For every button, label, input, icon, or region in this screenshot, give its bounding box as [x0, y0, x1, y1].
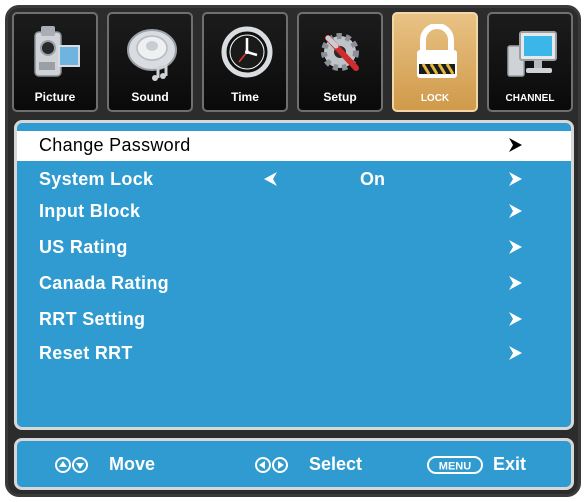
menu-item-change-password[interactable]: Change Password	[17, 131, 571, 161]
settings-tools-icon	[321, 33, 359, 71]
tab-setup[interactable]: Setup	[297, 12, 383, 112]
tab-lock[interactable]: LOCK	[392, 12, 478, 112]
arrow-left-icon[interactable]	[263, 170, 279, 188]
menu-item-system-lock[interactable]: System Lock On	[17, 165, 571, 195]
menu-item-us-rating[interactable]: US Rating	[17, 233, 571, 263]
clock-icon	[221, 26, 273, 78]
footer-select-label: Select	[309, 454, 363, 474]
tab-label: Time	[231, 90, 259, 104]
arrow-right-icon	[509, 276, 522, 290]
arrow-right-icon	[509, 240, 522, 254]
menu-key-icon: MENU	[427, 456, 483, 474]
tab-sound[interactable]: Sound	[107, 12, 193, 112]
arrow-right-icon	[509, 312, 522, 326]
left-right-keys-icon	[255, 457, 288, 473]
menu-key-label: MENU	[439, 461, 471, 473]
tab-label: Sound	[131, 90, 169, 104]
menu-item-canada-rating[interactable]: Canada Rating	[17, 269, 571, 299]
menu-item-rrt-setting[interactable]: RRT Setting	[17, 305, 571, 335]
footer-hint-bar: Move Select MENU Exit	[14, 438, 574, 490]
tab-label: Setup	[323, 90, 357, 104]
menu-item-label: Input Block	[39, 201, 141, 221]
menu-tabs: Picture Sound Time Setup LOCK CHANNEL	[12, 12, 574, 114]
tab-label: CHANNEL	[505, 93, 555, 104]
tab-picture[interactable]: Picture	[12, 12, 98, 112]
computer-monitor-icon	[507, 31, 557, 77]
menu-item-label: Change Password	[39, 135, 191, 155]
system-lock-value: On	[360, 169, 385, 189]
tab-label: Picture	[34, 90, 76, 104]
padlock-icon	[417, 24, 457, 78]
menu-item-reset-rrt[interactable]: Reset RRT	[17, 339, 571, 369]
menu-item-label: System Lock	[39, 169, 154, 189]
lock-menu-panel: Change Password System Lock On Input Blo…	[14, 120, 574, 430]
up-down-keys-icon	[55, 457, 88, 473]
menu-item-label: US Rating	[39, 237, 128, 257]
footer-exit-label: Exit	[493, 454, 527, 474]
arrow-right-icon	[509, 138, 522, 152]
camcorder-icon	[34, 26, 80, 77]
menu-item-label: Reset RRT	[39, 343, 133, 363]
footer-move-label: Move	[109, 454, 156, 474]
tab-time[interactable]: Time	[202, 12, 288, 112]
menu-item-input-block[interactable]: Input Block	[17, 197, 571, 227]
arrow-right-icon	[509, 346, 522, 360]
tab-label: LOCK	[420, 93, 450, 104]
speaker-icon	[127, 29, 177, 81]
menu-item-label: RRT Setting	[39, 309, 146, 329]
tab-channel[interactable]: CHANNEL	[487, 12, 573, 112]
arrow-right-icon[interactable]	[507, 170, 523, 188]
menu-item-label: Canada Rating	[39, 273, 169, 293]
arrow-right-icon	[509, 204, 522, 218]
